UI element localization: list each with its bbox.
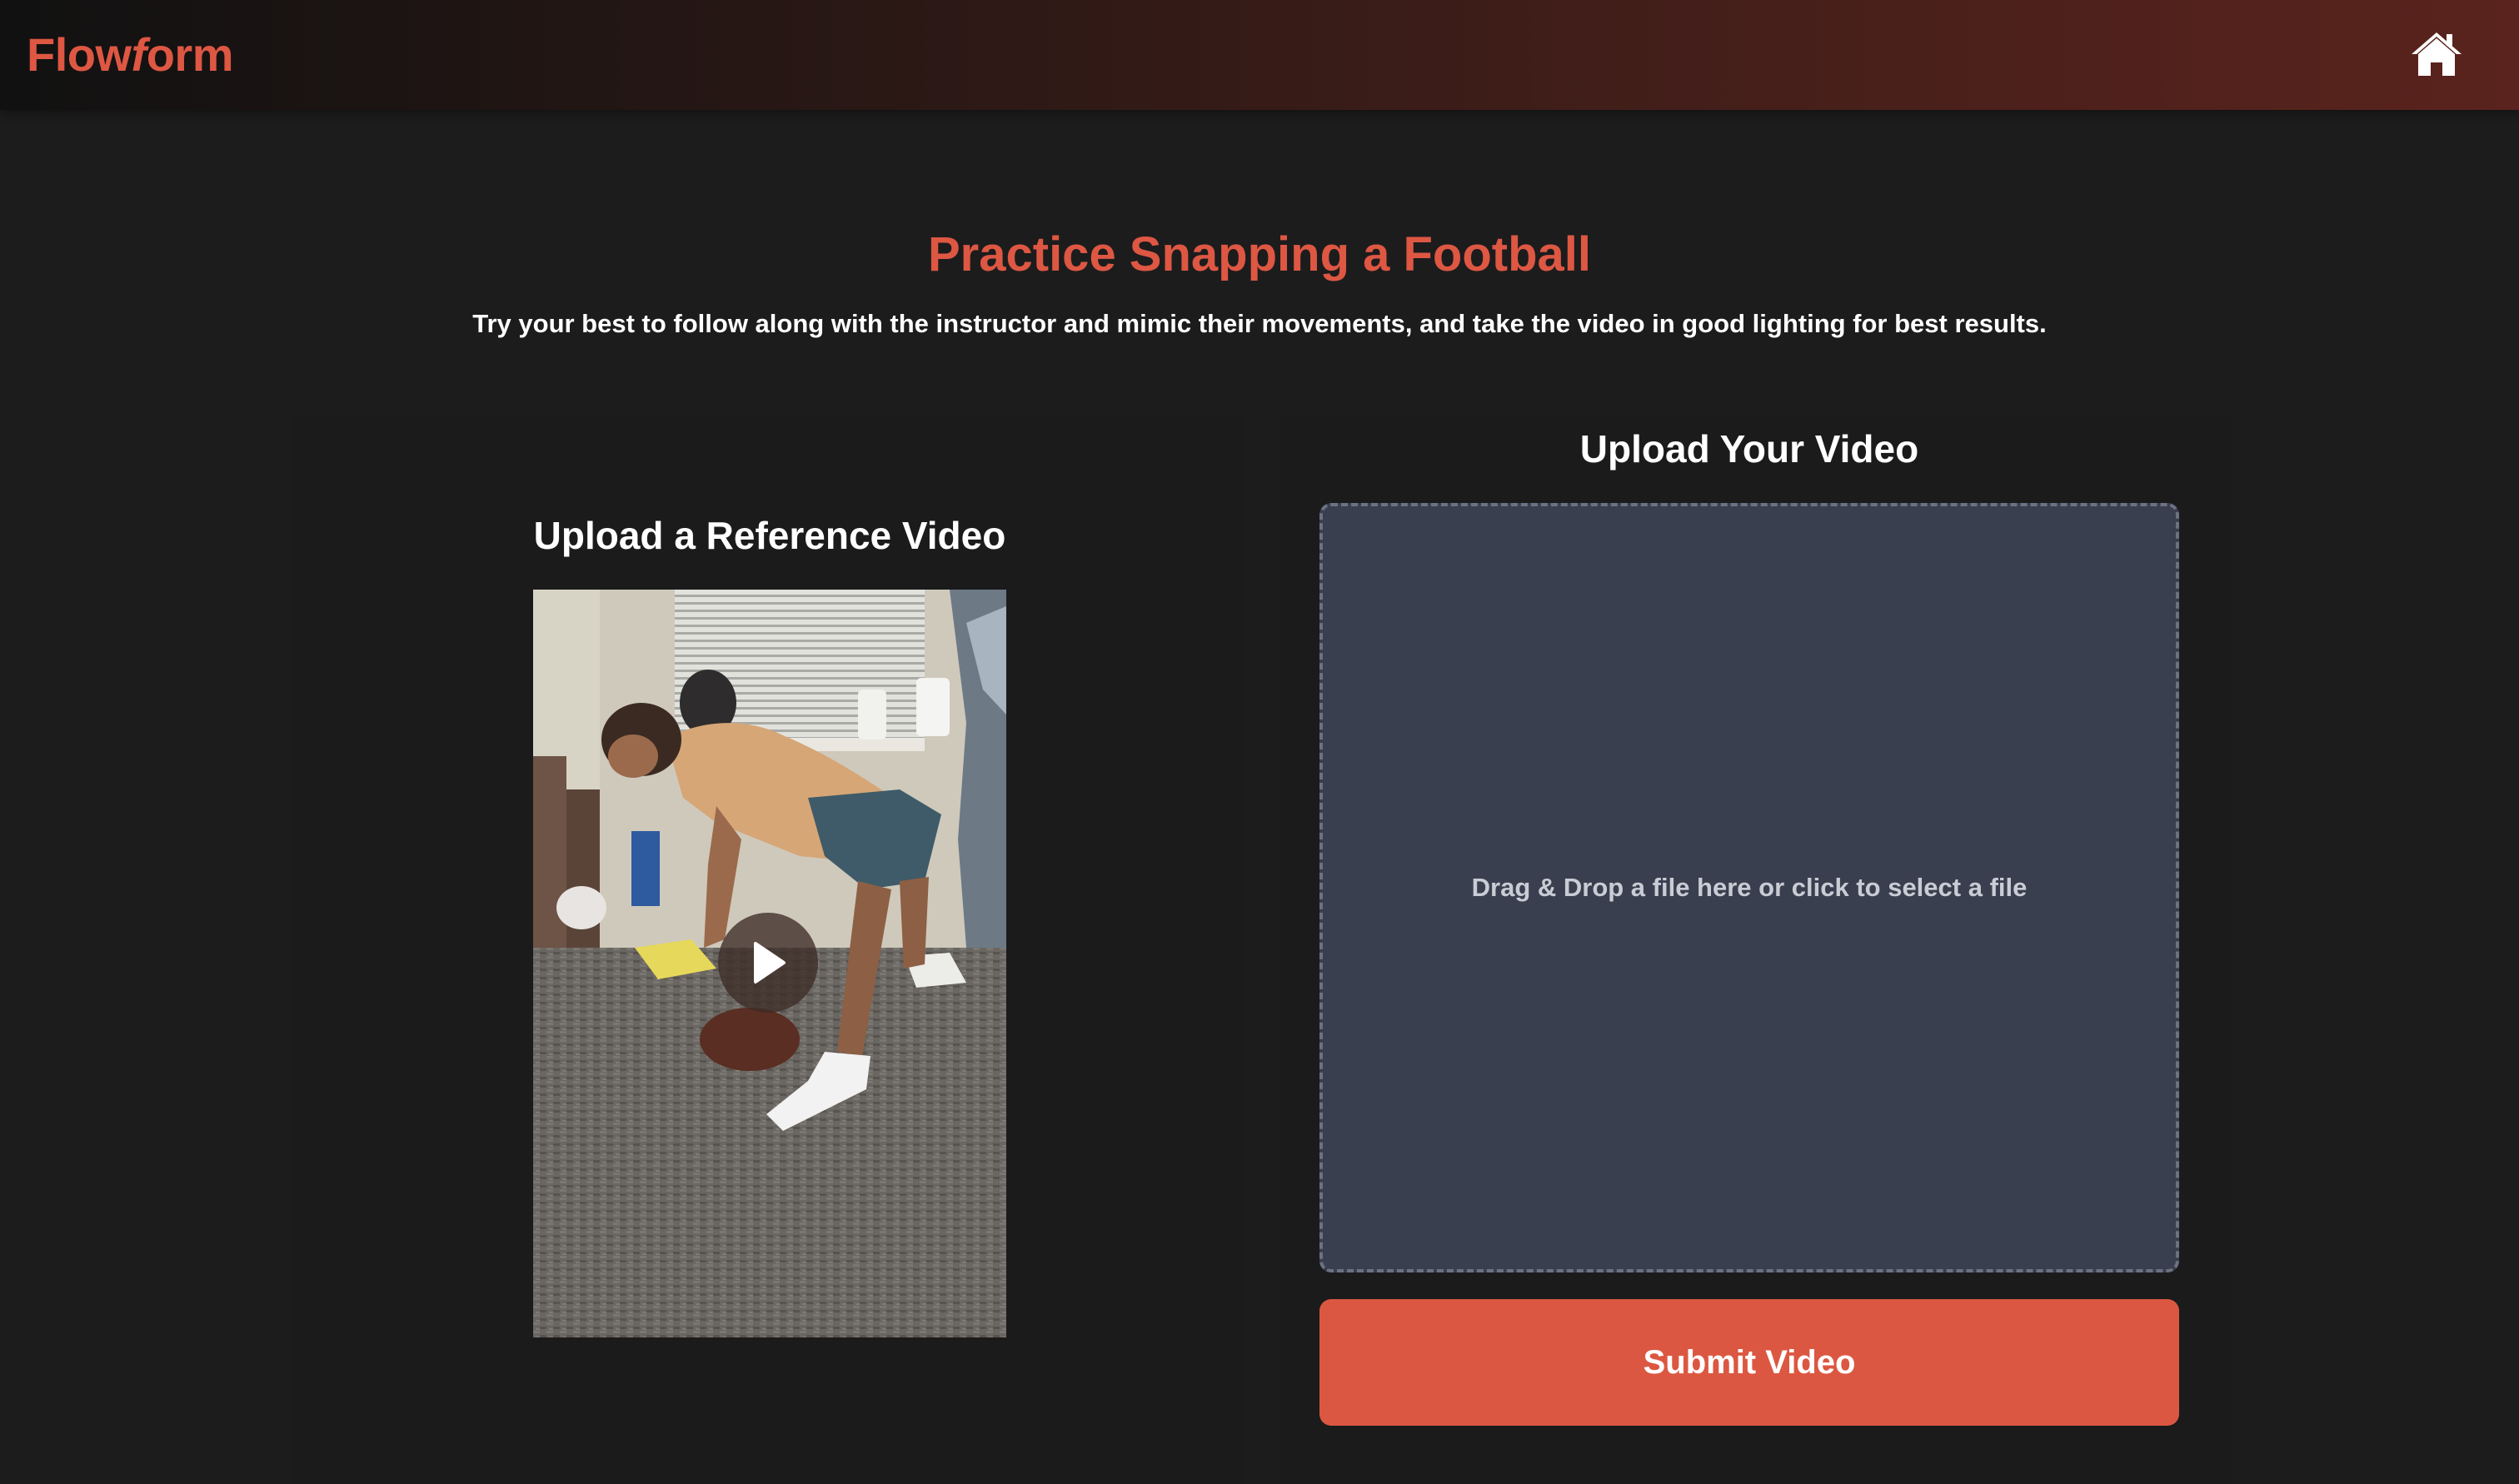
upload-heading: Upload Your Video	[1579, 427, 1919, 471]
reference-heading: Upload a Reference Video	[533, 514, 1006, 557]
brand-text-part3: orm	[146, 28, 234, 81]
brand-text-part1: Flow	[27, 28, 132, 81]
file-dropzone[interactable]: Drag & Drop a file here or click to sele…	[1319, 503, 2179, 1272]
play-icon	[754, 942, 786, 984]
reference-video-player[interactable]	[533, 590, 1006, 1337]
page-subtitle: Try your best to follow along with the i…	[472, 309, 2047, 338]
brand-logo[interactable]: Flowform	[27, 22, 233, 88]
home-icon	[2412, 32, 2462, 76]
page-title: Practice Snapping a Football	[927, 227, 1592, 281]
brand-text-part2: f	[131, 28, 147, 81]
submit-video-button[interactable]: Submit Video	[1319, 1299, 2179, 1426]
play-button[interactable]	[718, 913, 818, 1013]
home-button[interactable]	[2406, 25, 2467, 83]
top-navbar: Flowform	[0, 0, 2519, 110]
dropzone-label: Drag & Drop a file here or click to sele…	[1471, 873, 2028, 902]
